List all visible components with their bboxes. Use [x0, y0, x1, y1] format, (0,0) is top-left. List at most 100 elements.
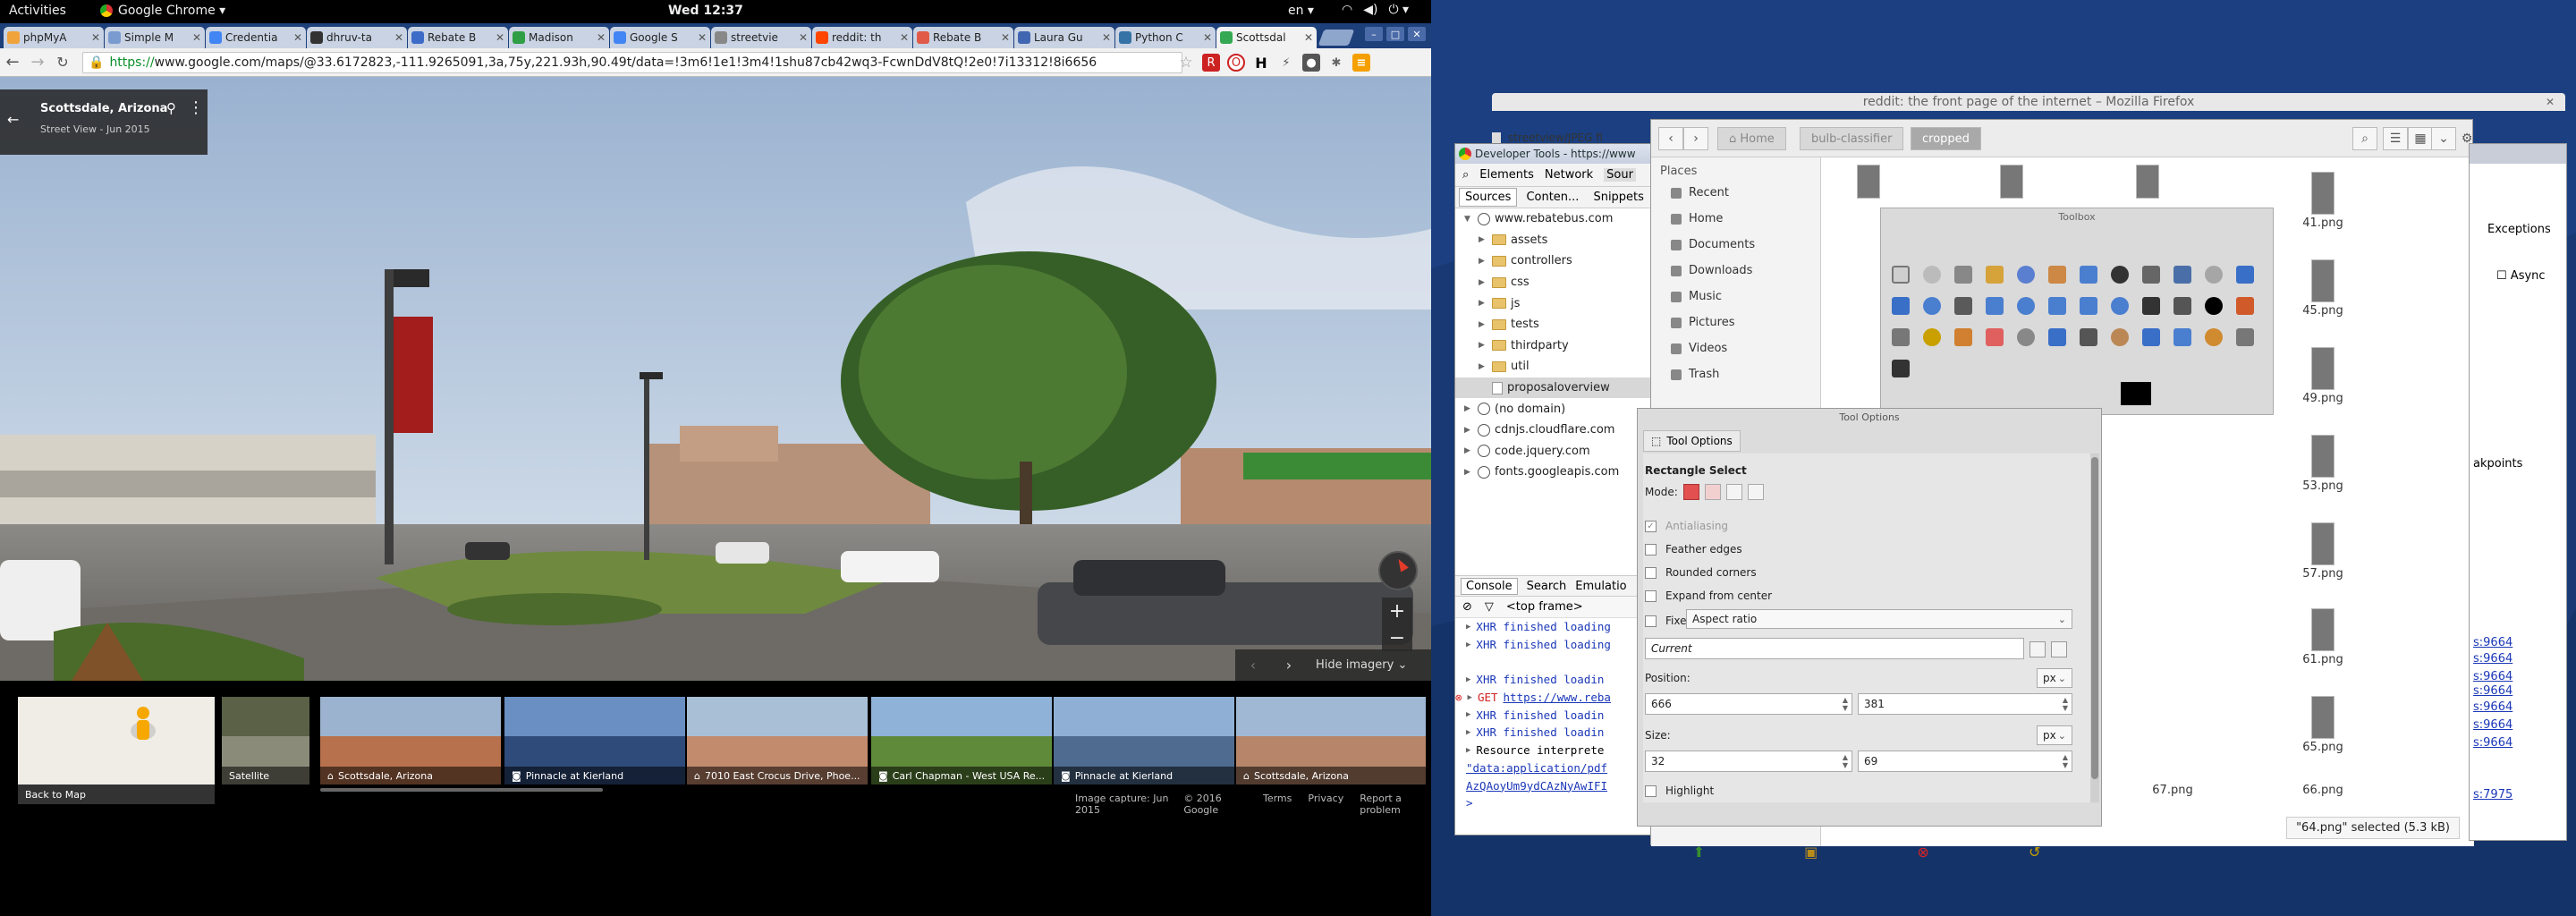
extension-wand-icon[interactable]: ⚡ [1277, 54, 1295, 72]
ink-tool-icon[interactable] [2041, 321, 2072, 352]
restore-options-icon[interactable]: ▣ [1804, 844, 1818, 861]
imagery-thumbnail[interactable]: Satellite [222, 697, 309, 785]
unified-transform-tool-icon[interactable] [2135, 290, 2166, 321]
privacy-link[interactable]: Privacy [1308, 793, 1343, 816]
image-file-thumbnail[interactable] [2311, 259, 2334, 302]
feather-edges-checkbox[interactable]: Feather edges [1645, 543, 1742, 556]
file-name[interactable]: 45.png [2287, 304, 2359, 318]
file-name[interactable]: 61.png [2287, 653, 2359, 666]
highlight-checkbox[interactable]: Highlight [1645, 785, 1714, 797]
smudge-tool-icon[interactable] [2198, 321, 2229, 352]
expand-triangle-icon[interactable]: ▶ [1466, 623, 1470, 632]
source-link[interactable]: s:7975 [2473, 788, 2512, 802]
map-pin-icon[interactable]: ⚲ [166, 100, 176, 116]
imagery-thumbnail[interactable]: ⌂ Scottsdale, Arizona [1236, 697, 1426, 785]
subtab-sources[interactable]: Sources [1459, 188, 1518, 207]
filter-icon[interactable]: ▽ [1485, 600, 1494, 614]
browser-tab[interactable]: Simple M ✕ [105, 27, 205, 48]
firefox-window-titlebar[interactable]: reddit: the front page of the internet –… [1492, 93, 2565, 111]
breadcrumb-cropped[interactable]: cropped [1911, 127, 1981, 150]
reset-options-icon[interactable]: ↺ [2029, 844, 2040, 861]
file-name[interactable]: 41.png [2287, 216, 2359, 230]
sidebar-item-downloads[interactable]: Downloads [1651, 258, 1820, 284]
frame-selector[interactable]: <top frame> [1506, 600, 1583, 614]
position-y-field[interactable]: 381 ▲ ▼ [1858, 693, 2072, 715]
forward-button[interactable]: › [1683, 127, 1708, 150]
file-name[interactable]: 49.png [2287, 392, 2359, 405]
file-name[interactable]: 57.png [2287, 567, 2359, 581]
image-file-thumbnail[interactable] [2311, 172, 2334, 215]
tab-close-icon[interactable]: ✕ [698, 31, 707, 44]
portrait-icon[interactable] [2029, 641, 2046, 657]
next-image-button[interactable]: › [1271, 657, 1307, 674]
delete-options-icon[interactable]: ⊗ [1917, 844, 1928, 861]
chrome-menu-icon[interactable]: ≡ [1352, 54, 1370, 72]
input-language[interactable]: en ▾ [1288, 4, 1314, 18]
perspective-clone-tool-icon[interactable] [2135, 321, 2166, 352]
compass-icon[interactable] [1378, 551, 1418, 590]
foreground-select-tool-icon[interactable] [2072, 259, 2104, 290]
color-select-tool-icon[interactable] [2010, 259, 2041, 290]
scissors-tool-icon[interactable] [2041, 259, 2072, 290]
browser-tab[interactable]: Madison ✕ [509, 27, 609, 48]
close-icon[interactable]: ✕ [2546, 96, 2555, 108]
disclosure-triangle-icon[interactable]: ▼ [1464, 215, 1473, 224]
eraser-tool-icon[interactable] [1979, 321, 2010, 352]
image-file-thumbnail[interactable] [2311, 696, 2334, 739]
save-options-icon[interactable]: ⬆ [1693, 844, 1705, 861]
size-width-field[interactable]: 32 ▲ ▼ [1645, 751, 1852, 772]
source-link[interactable]: s:9664 [2473, 670, 2512, 683]
search-icon[interactable]: ⌕ [1462, 168, 1469, 182]
more-options-icon[interactable]: ⋮ [188, 98, 204, 117]
fuzzy-select-tool-icon[interactable] [1979, 259, 2010, 290]
shear-tool-icon[interactable] [2010, 290, 2041, 321]
extension-opera-icon[interactable]: O [1227, 54, 1245, 72]
terms-link[interactable]: Terms [1263, 793, 1292, 816]
tab-elements[interactable]: Elements [1479, 168, 1534, 182]
warp-tool-icon[interactable] [2166, 290, 2198, 321]
sidebar-item-pictures[interactable]: Pictures [1651, 310, 1820, 335]
forward-button[interactable]: → [25, 50, 50, 75]
disclosure-triangle-icon[interactable]: ▶ [1464, 426, 1473, 435]
measure-tool-icon[interactable] [2198, 259, 2229, 290]
browser-tab[interactable]: reddit: th ✕ [812, 27, 912, 48]
tab-close-icon[interactable]: ✕ [394, 31, 403, 44]
mypaint-tool-icon[interactable] [1885, 352, 1916, 384]
tab-close-icon[interactable]: ✕ [1203, 31, 1212, 44]
color-picker-tool-icon[interactable] [2135, 259, 2166, 290]
expand-triangle-icon[interactable]: ▶ [1466, 640, 1470, 649]
rotate-tool-icon[interactable] [1947, 290, 1979, 321]
extension-rebate-icon[interactable]: R [1202, 54, 1220, 72]
size-height-field[interactable]: 69 ▲ ▼ [1858, 751, 2072, 772]
maximize-icon[interactable]: □ [1386, 27, 1404, 41]
landscape-icon[interactable] [2051, 641, 2067, 657]
console-link[interactable]: https://www.reba [1504, 691, 1611, 704]
filmstrip-scrollbar[interactable] [320, 788, 603, 792]
drawer-tab-emulation[interactable]: Emulatio [1575, 580, 1626, 593]
image-file-thumbnail[interactable] [2311, 435, 2334, 478]
extension-gear-icon[interactable]: ✱ [1327, 54, 1345, 72]
hide-imagery-button[interactable]: Hide imagery ⌄ [1316, 658, 1407, 672]
tab-close-icon[interactable]: ✕ [1304, 31, 1313, 44]
foreground-color-swatch[interactable] [2121, 382, 2151, 405]
expand-triangle-icon[interactable]: ▶ [1468, 693, 1472, 702]
tab-sources[interactable]: Sour [1604, 168, 1636, 182]
tool-options-tab[interactable]: ⬚ Tool Options [1643, 430, 1741, 452]
sidebar-item-music[interactable]: Music [1651, 284, 1820, 310]
extension-h-icon[interactable]: H [1252, 54, 1270, 72]
source-link[interactable]: s:9664 [2473, 736, 2512, 750]
list-view-icon[interactable]: ☰ [2383, 127, 2408, 150]
imagery-thumbnail[interactable]: ◙ Pinnacle at Kierland [1054, 697, 1234, 785]
async-checkbox[interactable]: ☐ Async [2496, 269, 2546, 283]
prev-image-button[interactable]: ‹ [1235, 657, 1271, 674]
sidebar-item-documents[interactable]: Documents [1651, 232, 1820, 258]
imagery-thumbnail[interactable]: ◙ Pinnacle at Kierland [504, 697, 685, 785]
sidebar-item-trash[interactable]: Trash [1651, 361, 1820, 387]
dodge-tool-icon[interactable] [2229, 321, 2260, 352]
image-file-thumbnail[interactable] [2000, 165, 2023, 199]
browser-tab[interactable]: phpMyA ✕ [4, 27, 104, 48]
subtab-content-scripts[interactable]: Conten... [1521, 189, 1584, 206]
disclosure-triangle-icon[interactable]: ▶ [1479, 362, 1487, 371]
disclosure-triangle-icon[interactable]: ▶ [1479, 257, 1487, 266]
extension-mic-icon[interactable]: ● [1302, 54, 1320, 72]
